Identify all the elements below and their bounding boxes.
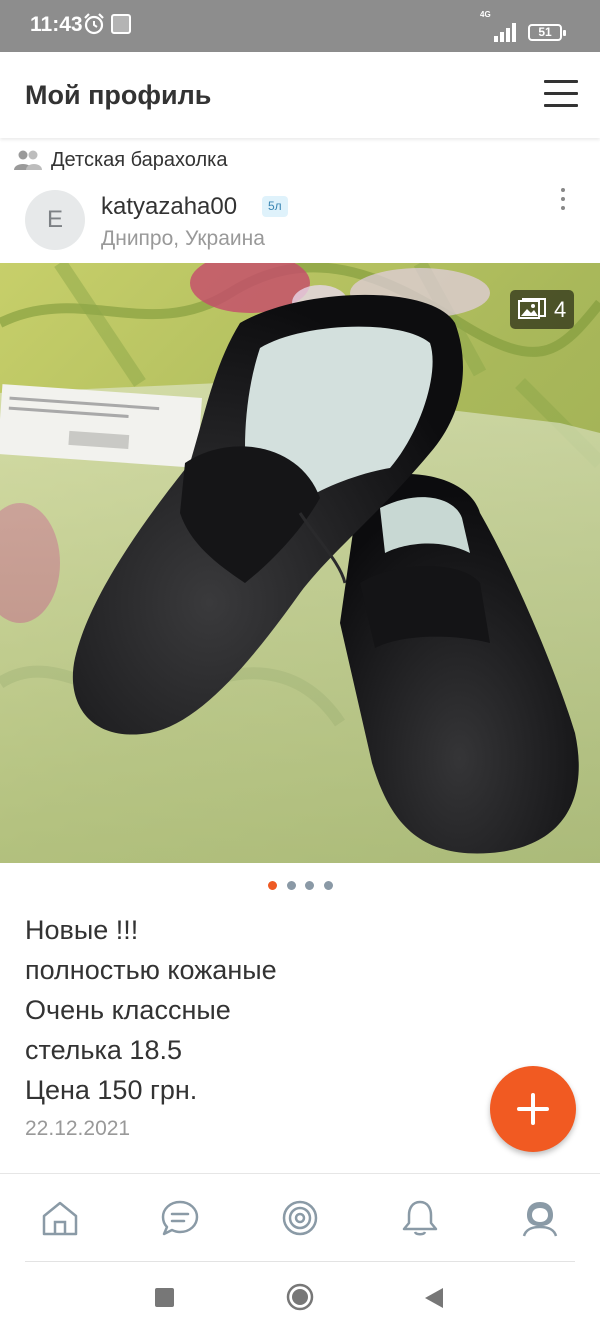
pager-dot[interactable]	[323, 881, 333, 890]
hamburger-menu-icon[interactable]	[544, 80, 578, 108]
alarm-icon	[84, 13, 104, 35]
post-description: Новые !!! полностью кожаные Очень классн…	[25, 910, 485, 1110]
network-type: 4G	[480, 10, 491, 19]
back-button[interactable]	[424, 1287, 444, 1309]
avatar[interactable]: E	[25, 190, 85, 250]
username[interactable]: katyazaha00	[101, 193, 237, 221]
home-button[interactable]	[286, 1283, 314, 1311]
group-name: Детская барахолка	[51, 148, 228, 171]
photo-pager[interactable]	[268, 881, 342, 891]
system-navigation	[0, 1262, 600, 1332]
battery-icon: 51	[528, 24, 566, 41]
status-time: 11:43	[30, 13, 83, 36]
add-post-button[interactable]	[490, 1066, 576, 1152]
signal-icon	[494, 23, 516, 42]
target-icon[interactable]	[280, 1198, 320, 1238]
shoes-image	[0, 263, 600, 863]
photo-count: 4	[554, 296, 567, 322]
pager-dot[interactable]	[286, 881, 296, 890]
pager-dot[interactable]	[305, 881, 314, 890]
post-line: Цена 150 грн.	[25, 1075, 198, 1105]
app-icon	[111, 14, 131, 34]
location: Днипро, Украина	[101, 227, 265, 250]
more-vertical-icon[interactable]	[550, 186, 576, 212]
page-title: Мой профиль	[25, 80, 212, 110]
status-bar: 11:43 4G 51	[0, 0, 600, 52]
battery-level: 51	[538, 25, 552, 39]
bottom-navigation	[0, 1173, 600, 1261]
post-line: полностью кожаные	[25, 955, 277, 985]
post-date: 22.12.2021	[25, 1117, 131, 1140]
post-line: Новые !!!	[25, 915, 139, 945]
bell-icon[interactable]	[400, 1198, 440, 1238]
pager-dot[interactable]	[268, 881, 277, 890]
home-icon[interactable]	[40, 1198, 80, 1238]
recents-button[interactable]	[155, 1288, 174, 1307]
group-link[interactable]: Детская барахолка	[13, 146, 227, 174]
group-icon	[14, 150, 42, 170]
gallery-icon	[518, 297, 546, 319]
plus-icon	[517, 1093, 549, 1125]
app-header: Мой профиль	[0, 52, 600, 138]
post-line: стелька 18.5	[25, 1035, 182, 1065]
post-photo[interactable]: 4	[0, 263, 600, 863]
chat-icon[interactable]	[160, 1198, 200, 1238]
post-line: Очень классные	[25, 995, 231, 1025]
age-badge: 5л	[262, 196, 288, 217]
profile-icon[interactable]	[520, 1198, 560, 1238]
photo-count-badge: 4	[510, 290, 575, 329]
